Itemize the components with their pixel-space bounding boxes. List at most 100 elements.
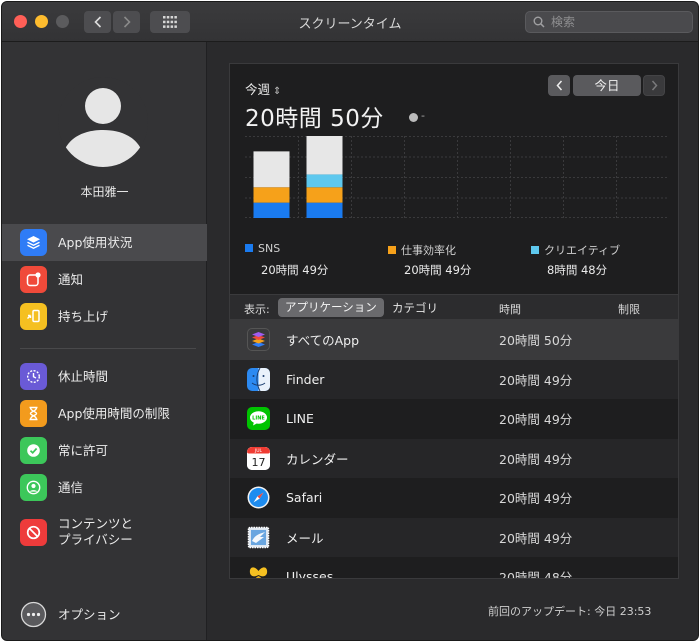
- segment-categories[interactable]: カテゴリ: [392, 300, 438, 316]
- app-name: Finder: [286, 371, 325, 387]
- app-name: Safari: [286, 490, 323, 506]
- usage-panel: 今週 ⇕ 20時間 50分 - 今日 SNS 20時間 49分 仕事効率化 20時…: [229, 63, 679, 579]
- options-label: オプション: [58, 606, 121, 622]
- period-selector[interactable]: 今週 ⇕: [245, 79, 281, 98]
- chevron-left-icon: [555, 80, 562, 91]
- legend-creativity-value: 8時間 48分: [547, 263, 608, 277]
- sidebar-item-downtime[interactable]: 休止時間: [2, 358, 207, 395]
- calendar-icon: JUL 17: [247, 446, 270, 470]
- bar-segment[interactable]: [306, 187, 343, 203]
- sidebar-item-app-usage[interactable]: App使用状況: [2, 224, 207, 261]
- sidebar-item-pickups[interactable]: 持ち上げ: [2, 298, 207, 335]
- calendar-month-text: JUL: [254, 448, 263, 454]
- usage-bar-chart: [245, 136, 669, 218]
- app-name: メール: [286, 530, 324, 546]
- bar-segment[interactable]: [306, 136, 343, 175]
- more-options-icon: [20, 601, 47, 628]
- sidebar-item-label: 通知: [58, 271, 84, 287]
- legend-label: SNS: [258, 242, 281, 255]
- table-row[interactable]: Ulysses 20時間 48分: [230, 557, 678, 579]
- sidebar-item-communication[interactable]: 通信: [2, 469, 207, 506]
- column-limit[interactable]: 制限: [618, 301, 640, 317]
- options-button[interactable]: オプション: [2, 596, 207, 633]
- sidebar-item-label: App使用状況: [58, 234, 133, 250]
- table-row[interactable]: LINE LINE 20時間 49分: [230, 399, 678, 439]
- app-time: 20時間 49分: [499, 530, 573, 546]
- bar-segment[interactable]: [253, 202, 290, 218]
- info-dash: -: [421, 109, 425, 122]
- app-time: 20時間 49分: [499, 372, 573, 388]
- restriction-icon: [20, 518, 47, 546]
- sidebar-item-always-allowed[interactable]: 常に許可: [2, 432, 207, 469]
- app-time: 20時間 49分: [499, 451, 573, 467]
- sidebar-item-notifications[interactable]: 通知: [2, 261, 207, 298]
- bar-segment[interactable]: [306, 174, 343, 188]
- bar-segment[interactable]: [306, 202, 343, 218]
- app-name: カレンダー: [286, 451, 349, 467]
- table-row[interactable]: すべてのApp 20時間 50分: [230, 320, 678, 360]
- sidebar-item-content-privacy[interactable]: コンテンツと プライバシー: [2, 510, 207, 554]
- legend-sns: SNS: [245, 242, 280, 255]
- sidebar-item-label: 持ち上げ: [58, 308, 109, 324]
- calendar-day-text: 17: [252, 456, 266, 469]
- app-time: 20時間 48分: [499, 570, 573, 579]
- legend-productivity: 仕事効率化: [388, 242, 456, 258]
- screen-time-window: スクリーンタイム 本田雅一 App使用状況 通知: [1, 1, 699, 641]
- mail-stamp-icon: [247, 526, 270, 549]
- checkmark-badge-icon: [20, 437, 47, 464]
- legend-swatch: [245, 244, 253, 252]
- app-time: 20時間 49分: [499, 412, 573, 428]
- show-label: 表示:: [244, 303, 270, 316]
- search-input[interactable]: [551, 15, 681, 29]
- user-name: 本田雅一: [80, 185, 129, 199]
- today-button[interactable]: 今日: [573, 75, 641, 96]
- sidebar-divider: [20, 348, 196, 349]
- sidebar: 本田雅一 App使用状況 通知 持ち上げ 休止時間 App使用時間の制限 常に許…: [2, 42, 207, 640]
- legend-label: 仕事効率化: [401, 244, 456, 257]
- sidebar-item-label: 通信: [58, 479, 84, 495]
- app-name: すべてのApp: [286, 333, 360, 349]
- app-name: Ulysses: [286, 569, 334, 579]
- table-row[interactable]: Safari 20時間 49分: [230, 478, 678, 518]
- app-time: 20時間 49分: [499, 491, 573, 507]
- app-time: 20時間 50分: [499, 333, 573, 349]
- legend-swatch: [388, 246, 396, 254]
- main-content: 今週 ⇕ 20時間 50分 - 今日 SNS 20時間 49分 仕事効率化 20時…: [208, 42, 698, 640]
- sidebar-item-app-limits[interactable]: App使用時間の制限: [2, 395, 207, 432]
- pickup-phone-icon: [20, 303, 47, 330]
- search-field[interactable]: [525, 11, 693, 33]
- next-period-button[interactable]: [643, 75, 665, 96]
- finder-icon: [247, 367, 270, 391]
- table-row[interactable]: メール 20時間 49分: [230, 517, 678, 557]
- downtime-icon: [20, 363, 47, 390]
- layers-icon: [20, 229, 47, 256]
- total-usage-time: 20時間 50分: [245, 106, 384, 132]
- notification-icon: [20, 266, 47, 293]
- avatar: [58, 77, 148, 167]
- table-row[interactable]: Finder 20時間 49分: [230, 359, 678, 399]
- previous-period-button[interactable]: [548, 75, 570, 96]
- hourglass-icon: [20, 400, 47, 427]
- table-header: 表示: アプリケーション カテゴリ 時間 制限: [230, 294, 678, 320]
- legend-swatch: [531, 246, 539, 254]
- user-silhouette-icon: [58, 77, 148, 167]
- table-row[interactable]: JUL 17 カレンダー 20時間 49分: [230, 438, 678, 478]
- legend-label: クリエイティブ: [544, 244, 621, 257]
- up-down-chevron-icon: ⇕: [273, 86, 282, 97]
- legend-sns-value: 20時間 49分: [261, 263, 329, 277]
- period-label: 今週: [245, 82, 271, 97]
- sidebar-item-label: コンテンツと プライバシー: [58, 516, 134, 547]
- search-icon: [533, 16, 545, 28]
- bar-segment[interactable]: [253, 151, 290, 188]
- bar-segment[interactable]: [253, 187, 290, 203]
- contact-icon: [20, 474, 47, 501]
- line-app-icon: LINE: [247, 407, 270, 431]
- segment-applications[interactable]: アプリケーション: [278, 298, 384, 317]
- line-logo-text: LINE: [252, 416, 265, 422]
- safari-compass-icon: [247, 486, 270, 509]
- last-update-text: 前回のアップデート: 今日 23:53: [488, 605, 652, 618]
- legend-creativity: クリエイティブ: [531, 242, 620, 258]
- all-apps-icon: [247, 328, 270, 352]
- app-name: LINE: [286, 411, 314, 427]
- column-time[interactable]: 時間: [499, 301, 521, 317]
